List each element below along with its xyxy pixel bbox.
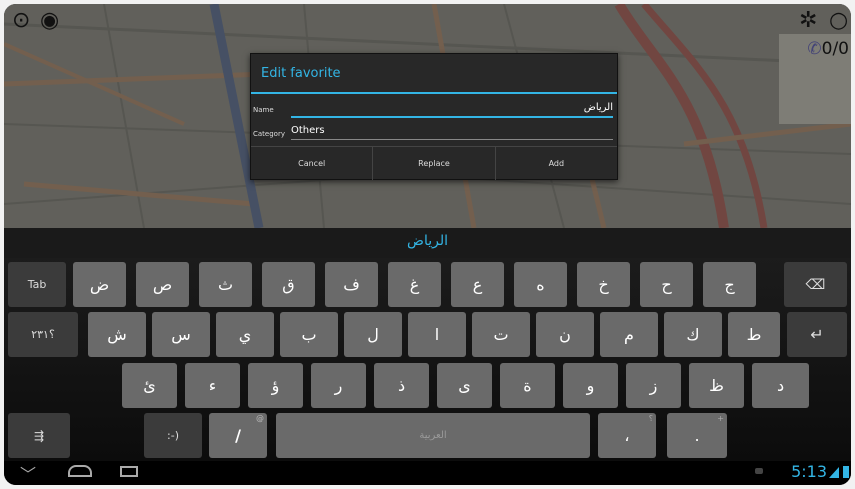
location-icon[interactable]: ◉ <box>40 10 59 32</box>
key-ha[interactable]: ه <box>514 262 567 307</box>
period-key[interactable]: . + <box>667 413 727 458</box>
dialog-buttons: Cancel Replace Add <box>251 146 617 180</box>
period-hint: + <box>717 414 724 423</box>
tab-key[interactable]: Tab <box>8 262 66 307</box>
key-fa[interactable]: ف <box>325 262 378 307</box>
home-icon[interactable] <box>68 465 92 477</box>
phone-icon: ✆ <box>807 39 822 59</box>
key-hamza-waw[interactable]: ؤ <box>248 363 303 408</box>
key-dha[interactable]: ظ <box>689 363 744 408</box>
signal-icon <box>829 467 839 478</box>
key-tta[interactable]: ط <box>728 312 780 357</box>
backspace-icon: ⌫ <box>805 276 826 293</box>
cancel-button[interactable]: Cancel <box>251 147 374 180</box>
key-thal[interactable]: ذ <box>374 363 429 408</box>
circle-icon[interactable]: ○ <box>829 10 848 32</box>
suggestion-strip: الرياض <box>4 228 851 258</box>
key-tha[interactable]: ث <box>199 262 252 307</box>
add-button[interactable]: Add <box>496 147 617 180</box>
replace-button[interactable]: Replace <box>373 147 496 180</box>
category-input[interactable]: Others <box>291 125 613 140</box>
key-kaf[interactable]: ك <box>664 312 722 357</box>
battery-icon <box>843 466 849 478</box>
key-ta[interactable]: ت <box>472 312 530 357</box>
keyboard-status-icon <box>755 468 763 474</box>
key-shin[interactable]: ش <box>88 312 146 357</box>
key-ba[interactable]: ب <box>280 312 338 357</box>
key-sin[interactable]: س <box>152 312 210 357</box>
key-ain[interactable]: ع <box>451 262 504 307</box>
key-sad[interactable]: ص <box>136 262 189 307</box>
key-hha[interactable]: ح <box>640 262 693 307</box>
recent-apps-icon[interactable] <box>120 466 138 477</box>
slash-key[interactable]: / @ <box>209 413 267 458</box>
key-hamza-ya[interactable]: ئ <box>122 363 177 408</box>
period-label: . <box>694 426 700 445</box>
key-dal[interactable]: د <box>752 363 809 408</box>
suggestion-word[interactable]: الرياض <box>4 233 851 249</box>
enter-key[interactable]: ↵ <box>787 312 847 357</box>
key-ra[interactable]: ر <box>311 363 366 408</box>
key-kha[interactable]: خ <box>577 262 630 307</box>
key-dad[interactable]: ض <box>73 262 126 307</box>
space-key[interactable]: العربية <box>276 413 590 458</box>
emoticon-key[interactable]: :-) <box>144 413 202 458</box>
name-input[interactable]: الرياض <box>291 102 613 118</box>
dialog-divider <box>251 92 617 94</box>
key-ghain[interactable]: غ <box>388 262 441 307</box>
slash-hint: @ <box>256 414 264 423</box>
hide-keyboard-icon[interactable]: ﹀ <box>20 461 36 485</box>
settings-keyboard-icon: ⇶ <box>33 428 45 443</box>
key-ya[interactable]: ي <box>216 312 274 357</box>
score-display: ✆0/0 <box>807 39 849 59</box>
score-text: 0/0 <box>821 39 849 59</box>
screen: ⊙ ◉ ✲ ○ ✆0/0 Edit favorite Name الرياض C… <box>4 4 851 485</box>
key-qaf[interactable]: ق <box>262 262 315 307</box>
key-zay[interactable]: ز <box>626 363 681 408</box>
comma-label: ، <box>624 426 630 445</box>
comma-hint: ؟ <box>648 414 653 423</box>
keyboard-settings-key[interactable]: ⇶ <box>8 413 70 458</box>
key-alif-maqsura[interactable]: ى <box>437 363 492 408</box>
numbers-key[interactable]: ؟٢٣١ <box>8 312 78 357</box>
clock: 5:13 <box>791 462 827 481</box>
warning-icon[interactable]: ⊙ <box>12 10 30 32</box>
settings-icon[interactable]: ✲ <box>799 10 817 32</box>
system-nav-bar: ﹀ 5:13 <box>4 461 851 485</box>
key-jim[interactable]: ج <box>703 262 756 307</box>
arabic-keyboard: الرياض Tab ض ص ث ق ف غ ع ه خ ح ج ⌫ ؟٢٣١ … <box>4 228 851 461</box>
key-nun[interactable]: ن <box>536 312 594 357</box>
key-alif[interactable]: ا <box>408 312 466 357</box>
edit-favorite-dialog: Edit favorite Name الرياض Category Other… <box>250 53 618 180</box>
backspace-key[interactable]: ⌫ <box>784 262 847 307</box>
slash-label: / <box>235 426 241 445</box>
key-hamza[interactable]: ء <box>185 363 240 408</box>
comma-key[interactable]: ، ؟ <box>598 413 656 458</box>
dialog-title: Edit favorite <box>261 66 341 81</box>
key-lam[interactable]: ل <box>344 312 402 357</box>
key-ta-marbuta[interactable]: ة <box>500 363 555 408</box>
category-label: Category <box>253 130 285 138</box>
key-mim[interactable]: م <box>600 312 658 357</box>
key-waw[interactable]: و <box>563 363 618 408</box>
name-label: Name <box>253 106 274 114</box>
enter-icon: ↵ <box>810 325 824 344</box>
